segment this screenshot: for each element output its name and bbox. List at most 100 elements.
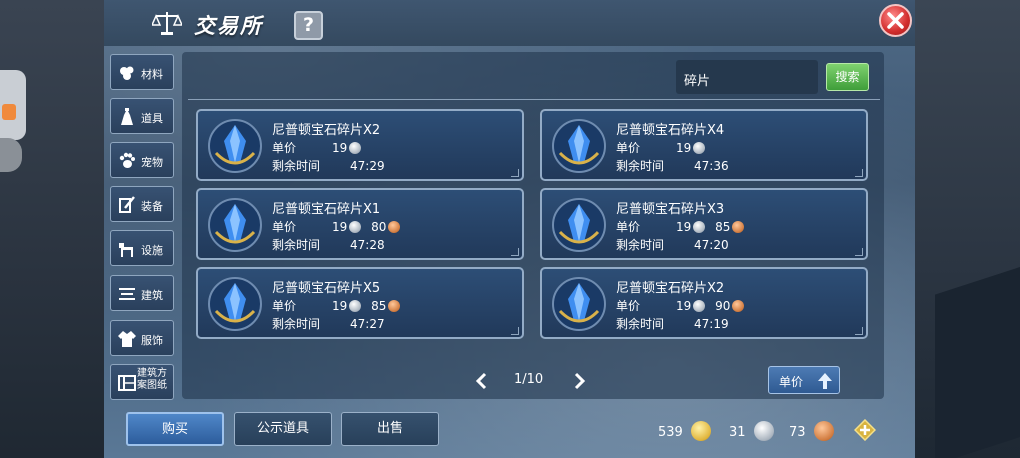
time-value: 47:28 bbox=[350, 238, 385, 252]
material-icon bbox=[120, 66, 134, 80]
time-label: 剩余时间 bbox=[616, 317, 665, 331]
time-label: 剩余时间 bbox=[616, 159, 665, 173]
tab-facility[interactable]: 设施 bbox=[110, 230, 174, 266]
listing-name: 尼普顿宝石碎片X1 bbox=[272, 202, 381, 217]
time-value: 47:27 bbox=[350, 317, 385, 331]
listing-time: 剩余时间 47:19 bbox=[616, 315, 729, 332]
side-avatar[interactable] bbox=[0, 138, 22, 172]
sell-button[interactable]: 出售 bbox=[341, 412, 439, 446]
tab-pet[interactable]: 宠物 bbox=[110, 142, 174, 178]
sort-by-price-button[interactable]: 单价 bbox=[768, 366, 840, 394]
listing-card[interactable]: 尼普顿宝石碎片X5 单价 19 85 剩余时间 47:27 bbox=[196, 267, 524, 339]
copper-amount: 73 bbox=[789, 425, 806, 440]
search-input[interactable]: 碎片 bbox=[676, 60, 818, 94]
search-value: 碎片 bbox=[684, 74, 711, 89]
side-widget[interactable] bbox=[0, 70, 26, 140]
gem-fragment-icon bbox=[552, 277, 606, 331]
price-silver: 19 bbox=[676, 141, 692, 155]
tab-label: 服饰 bbox=[141, 334, 163, 347]
price-label: 单价 bbox=[272, 141, 297, 155]
paw-icon bbox=[119, 152, 135, 168]
time-label: 剩余时间 bbox=[272, 238, 321, 252]
listing-name: 尼普顿宝石碎片X5 bbox=[272, 281, 381, 296]
silver-coin-icon bbox=[349, 221, 362, 233]
listing-price: 单价 19 90 bbox=[616, 297, 745, 313]
divider bbox=[188, 99, 880, 100]
price-label: 单价 bbox=[616, 141, 641, 155]
sort-label: 单价 bbox=[779, 375, 804, 389]
listing-name: 尼普顿宝石碎片X2 bbox=[616, 281, 725, 296]
listing-card[interactable]: 尼普顿宝石碎片X4 单价 19 剩余时间 47:36 bbox=[540, 109, 868, 181]
side-widget-badge bbox=[2, 104, 16, 120]
gem-fragment-icon bbox=[208, 198, 262, 252]
listing-card[interactable]: 尼普顿宝石碎片X1 单价 19 80 剩余时间 47:28 bbox=[196, 188, 524, 260]
time-value: 47:19 bbox=[694, 317, 729, 331]
price-copper: 90 bbox=[715, 299, 731, 313]
listing-name: 尼普顿宝石碎片X4 bbox=[616, 123, 725, 138]
listing-card[interactable]: 尼普顿宝石碎片X2 单价 19 90 剩余时间 47:19 bbox=[540, 267, 868, 339]
tab-building[interactable]: 建筑 bbox=[110, 275, 174, 311]
facility-icon bbox=[119, 243, 133, 257]
clothing-icon bbox=[118, 331, 136, 347]
tab-clothing[interactable]: 服饰 bbox=[110, 320, 174, 356]
corner-mark bbox=[511, 169, 519, 177]
time-value: 47:29 bbox=[350, 159, 385, 173]
tab-blueprint[interactable]: 建筑方案图纸 bbox=[110, 364, 174, 400]
listing-time: 剩余时间 47:27 bbox=[272, 315, 385, 332]
gem-fragment-icon bbox=[552, 119, 606, 173]
background-left bbox=[0, 0, 104, 458]
listing-time: 剩余时间 47:29 bbox=[272, 157, 385, 174]
prev-page-button[interactable] bbox=[475, 372, 489, 390]
close-button[interactable] bbox=[879, 4, 912, 37]
gold-amount: 539 bbox=[658, 425, 683, 440]
building-icon bbox=[119, 288, 135, 300]
scale-icon bbox=[152, 12, 182, 35]
next-page-button[interactable] bbox=[572, 372, 586, 390]
listing-area: 碎片 搜索 尼普顿宝石碎片X2 单价 19 剩余时间 47:29 尼普顿宝石碎片X4… bbox=[182, 52, 884, 399]
help-button[interactable]: ? bbox=[294, 11, 323, 40]
copper-coin-icon bbox=[732, 221, 745, 233]
add-currency-button[interactable] bbox=[854, 419, 876, 441]
tab-item[interactable]: 道具 bbox=[110, 98, 174, 134]
price-label: 单价 bbox=[616, 220, 641, 234]
listing-time: 剩余时间 47:20 bbox=[616, 236, 729, 253]
search-button[interactable]: 搜索 bbox=[826, 63, 869, 91]
page-indicator: 1/10 bbox=[514, 372, 544, 387]
tab-equipment[interactable]: 装备 bbox=[110, 186, 174, 222]
tab-label: 装备 bbox=[141, 200, 163, 213]
tab-label: 材料 bbox=[141, 68, 163, 81]
copper-coin-icon bbox=[388, 300, 401, 312]
tab-label: 道具 bbox=[141, 112, 163, 125]
item-icon bbox=[121, 108, 133, 125]
gold-balance: 539 bbox=[658, 421, 711, 441]
time-label: 剩余时间 bbox=[616, 238, 665, 252]
tab-label: 建筑 bbox=[141, 289, 163, 302]
listing-price: 单价 19 bbox=[272, 139, 362, 155]
copper-balance: 73 bbox=[789, 421, 834, 441]
tab-material[interactable]: 材料 bbox=[110, 54, 174, 90]
equipment-icon bbox=[119, 196, 135, 213]
listing-time: 剩余时间 47:28 bbox=[272, 236, 385, 253]
silver-coin-icon bbox=[693, 300, 706, 312]
public-items-button[interactable]: 公示道具 bbox=[234, 412, 332, 446]
gem-fragment-icon bbox=[208, 277, 262, 331]
time-value: 47:36 bbox=[694, 159, 729, 173]
gold-coin-icon bbox=[690, 421, 711, 441]
listing-time: 剩余时间 47:36 bbox=[616, 157, 729, 174]
gem-fragment-icon bbox=[208, 119, 262, 173]
buy-button[interactable]: 购买 bbox=[126, 412, 224, 446]
header: 交易所 ? bbox=[104, 0, 915, 46]
listing-card[interactable]: 尼普顿宝石碎片X2 单价 19 剩余时间 47:29 bbox=[196, 109, 524, 181]
price-copper: 85 bbox=[371, 299, 387, 313]
background-right bbox=[915, 0, 1020, 458]
listing-price: 单价 19 80 bbox=[272, 218, 401, 234]
silver-balance: 31 bbox=[729, 421, 774, 441]
tab-label: 设施 bbox=[141, 244, 163, 257]
time-label: 剩余时间 bbox=[272, 159, 321, 173]
corner-mark bbox=[855, 327, 863, 335]
corner-mark bbox=[855, 169, 863, 177]
gem-fragment-icon bbox=[552, 198, 606, 252]
listing-price: 单价 19 85 bbox=[272, 297, 401, 313]
listing-card[interactable]: 尼普顿宝石碎片X3 单价 19 85 剩余时间 47:20 bbox=[540, 188, 868, 260]
price-silver: 19 bbox=[676, 220, 692, 234]
